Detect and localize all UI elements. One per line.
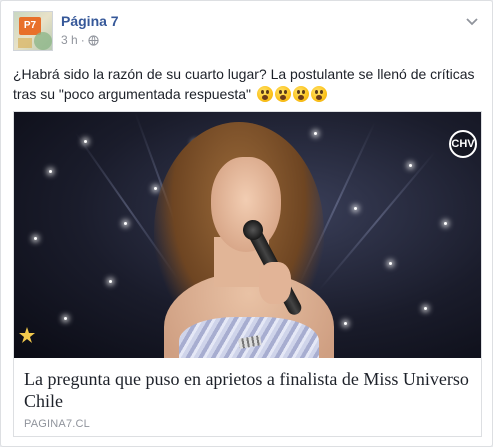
- stage-light: [389, 262, 392, 265]
- miss-universo-logo-icon: [19, 327, 35, 343]
- stage-light: [124, 222, 127, 225]
- chevron-down-icon[interactable]: [464, 13, 480, 29]
- stage-light: [154, 187, 157, 190]
- link-preview-card[interactable]: CHV La pregunta que puso en aprietos a f…: [13, 111, 482, 437]
- avatar-decoration: [18, 38, 32, 48]
- astonished-face-emoji-icon: [310, 86, 327, 102]
- stage-light: [354, 207, 357, 210]
- globe-icon[interactable]: [88, 34, 99, 46]
- post-message-text: ¿Habrá sido la razón de su cuarto lugar?…: [13, 66, 475, 102]
- astonished-face-emoji-icon: [256, 86, 273, 102]
- post-card: P7 Página 7 3 h · ¿Habrá sido la razón d…: [0, 0, 493, 447]
- avatar-decoration: [34, 32, 52, 50]
- contestant-hand: [259, 262, 291, 304]
- stage-light: [444, 222, 447, 225]
- stage-light: [314, 132, 317, 135]
- stage-light: [409, 164, 412, 167]
- stage-light: [424, 307, 427, 310]
- post-meta: 3 h ·: [61, 33, 99, 47]
- link-domain: PAGINA7.CL: [24, 418, 90, 430]
- post-message: ¿Habrá sido la razón de su cuarto lugar?…: [13, 64, 483, 104]
- astonished-face-emoji-icon: [274, 86, 291, 102]
- stage-light: [49, 170, 52, 173]
- post-timestamp[interactable]: 3 h: [61, 33, 78, 47]
- meta-separator: ·: [80, 33, 85, 47]
- astonished-face-emoji-icon: [292, 86, 309, 102]
- page-name-link[interactable]: Página 7: [61, 13, 119, 29]
- page-avatar[interactable]: P7: [13, 11, 53, 51]
- post-header: P7 Página 7 3 h ·: [13, 11, 480, 55]
- stage-light: [84, 140, 87, 143]
- link-preview-image[interactable]: CHV: [14, 112, 481, 358]
- stage-light-beam: [318, 151, 436, 291]
- chv-logo-icon: CHV: [449, 130, 477, 158]
- stage-light: [344, 322, 347, 325]
- link-headline[interactable]: La pregunta que puso en aprietos a final…: [24, 368, 474, 412]
- stage-light: [34, 237, 37, 240]
- stage-light: [109, 280, 112, 283]
- stage-light: [64, 317, 67, 320]
